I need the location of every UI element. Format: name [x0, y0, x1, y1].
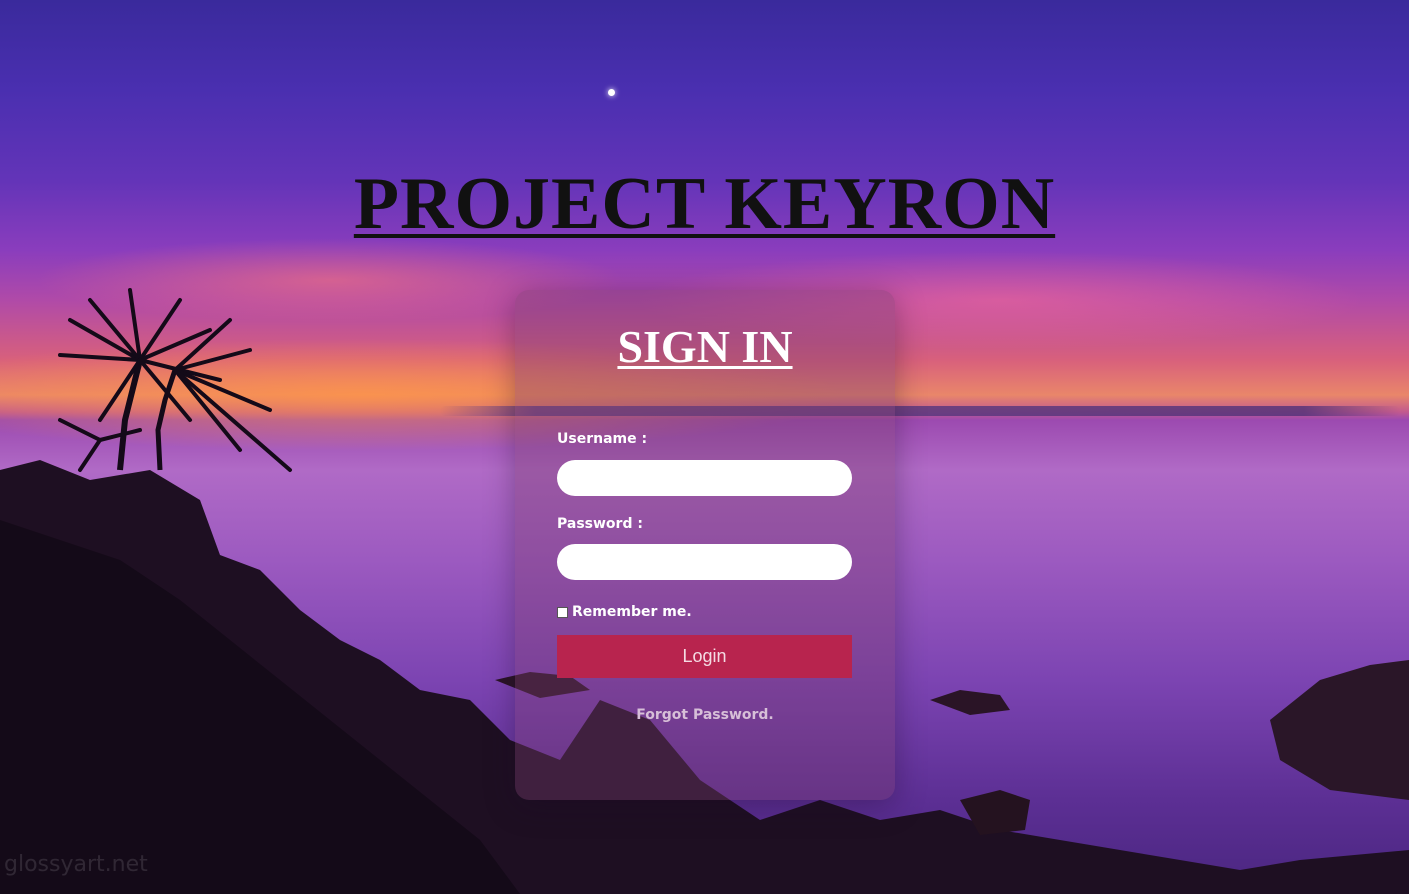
watermark-text: glossyart.net: [4, 852, 148, 877]
password-label: Password :: [557, 516, 643, 532]
username-label: Username :: [557, 431, 648, 447]
password-input[interactable]: [557, 544, 852, 580]
remember-me-checkbox[interactable]: [557, 606, 568, 618]
signin-heading: SIGN IN: [617, 321, 793, 372]
remember-me-label: Remember me.: [572, 604, 692, 620]
login-button[interactable]: Login: [557, 635, 852, 678]
page-title: PROJECT KEYRON: [353, 163, 1056, 245]
forgot-password-link[interactable]: Forgot Password.: [515, 707, 895, 723]
username-input[interactable]: [557, 460, 852, 496]
remember-me-row[interactable]: Remember me.: [557, 604, 692, 620]
signin-card: SIGN IN Username : Password : Remember m…: [515, 290, 895, 800]
